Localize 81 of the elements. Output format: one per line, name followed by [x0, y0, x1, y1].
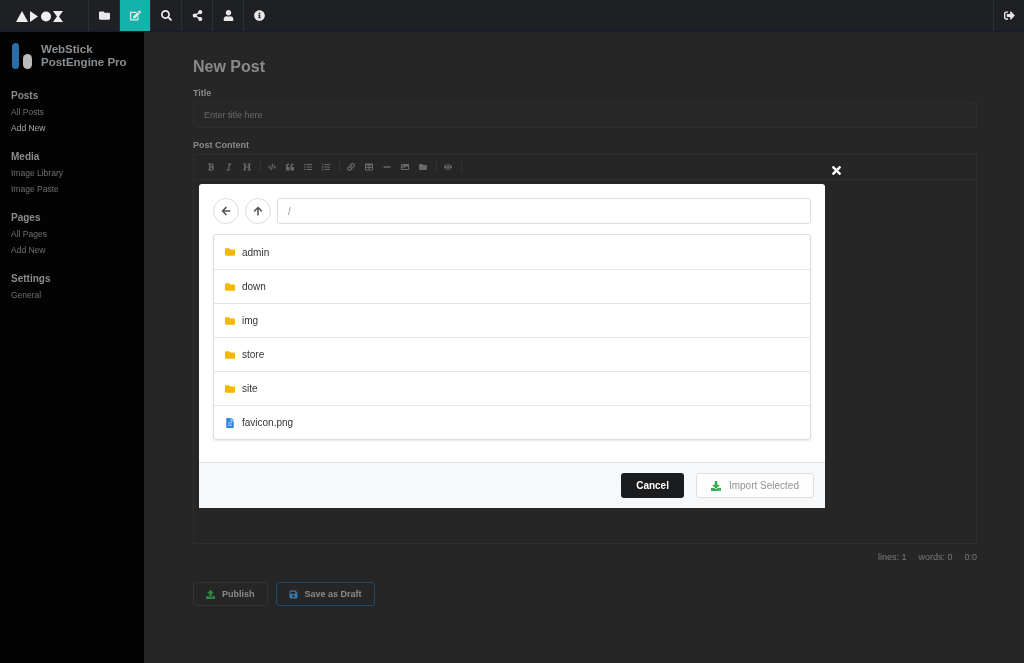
arrow-up-icon	[253, 206, 263, 216]
path-field[interactable]: /	[277, 198, 811, 224]
search-icon	[160, 10, 172, 21]
bullet-list-button[interactable]	[301, 161, 315, 173]
file-row[interactable]: admin	[214, 235, 810, 269]
sidebar-heading: Media	[11, 151, 41, 162]
brand-name: PostEngine Pro	[41, 56, 127, 69]
sidebar-heading: Settings	[11, 273, 52, 284]
edit-icon	[129, 10, 141, 21]
preview-icon	[444, 163, 452, 171]
up-button[interactable]	[245, 198, 271, 224]
file-name: admin	[242, 246, 270, 258]
sidebar-link[interactable]: All Pages	[11, 229, 133, 239]
code-icon	[268, 163, 276, 171]
rule-icon	[383, 163, 391, 171]
sidebar-link[interactable]: Add New	[11, 123, 133, 133]
save-draft-button[interactable]: Save as Draft	[275, 582, 375, 606]
bullet-list-icon	[304, 163, 312, 171]
image-button[interactable]	[398, 161, 412, 173]
italic-icon	[225, 163, 233, 171]
table-button[interactable]	[362, 161, 376, 173]
brand-name: WebStick	[41, 43, 94, 56]
publish-button[interactable]: Publish	[193, 582, 268, 606]
share-icon	[191, 10, 203, 21]
quote-icon	[286, 163, 294, 171]
save-icon	[288, 589, 298, 599]
sidebar-heading: Pages	[11, 212, 42, 223]
folder-icon	[225, 315, 235, 326]
folder-icon	[225, 383, 235, 394]
sidebar-link[interactable]: Image Library	[11, 168, 133, 178]
field-label: Post Content	[193, 140, 250, 150]
folder-icon	[225, 281, 235, 292]
file-name: img	[242, 315, 259, 326]
download-icon	[710, 480, 721, 491]
numbered-list-icon	[322, 163, 330, 171]
upload-icon	[206, 589, 215, 599]
file-row[interactable]: img	[214, 303, 810, 337]
sidebar-link[interactable]: All Posts	[11, 107, 133, 117]
sidebar-heading: Posts	[11, 90, 40, 101]
bold-icon	[207, 163, 215, 171]
title-input[interactable]: Enter title here	[193, 102, 977, 128]
numbered-list-button[interactable]	[319, 161, 333, 173]
user-icon	[222, 10, 234, 21]
edit-button[interactable]	[119, 0, 150, 31]
file-row[interactable]: store	[214, 337, 810, 371]
field-label: Title	[193, 88, 213, 98]
table-icon	[365, 163, 373, 171]
image-icon	[401, 163, 409, 171]
status-text: 0:0	[964, 552, 977, 562]
logout-icon	[1003, 10, 1015, 21]
logo	[16, 10, 64, 22]
page-title: New Post	[193, 58, 266, 76]
quote-button[interactable]	[283, 161, 297, 173]
file-row[interactable]: down	[214, 269, 810, 303]
file-name: favicon.png	[242, 417, 294, 428]
file-name: down	[242, 281, 266, 292]
code-button[interactable]	[265, 161, 279, 173]
back-button[interactable]	[213, 198, 239, 224]
folder-icon	[225, 349, 235, 360]
file-name: site	[242, 383, 258, 394]
cancel-button[interactable]: Cancel	[621, 473, 684, 498]
folder-icon	[225, 247, 235, 257]
status-text: lines: 1	[877, 552, 907, 562]
file-row[interactable]: site	[214, 371, 810, 405]
preview-button[interactable]	[441, 161, 455, 173]
link-icon	[347, 163, 355, 171]
folder-icon	[98, 10, 110, 21]
file-name: store	[242, 349, 265, 360]
sidebar-link[interactable]: General	[11, 290, 133, 300]
status-text: words: 0	[918, 552, 953, 562]
info-icon	[253, 10, 265, 21]
brand-logo	[11, 42, 33, 70]
folder-icon	[419, 163, 427, 171]
link-button[interactable]	[344, 161, 358, 173]
close-icon[interactable]	[830, 164, 843, 177]
heading-icon	[243, 163, 251, 171]
sidebar-link[interactable]: Image Paste	[11, 184, 133, 194]
sidebar-link[interactable]: Add New	[11, 245, 133, 255]
file-row[interactable]: favicon.png	[214, 405, 810, 439]
file-icon	[225, 417, 235, 428]
arrow-left-icon	[221, 206, 231, 216]
